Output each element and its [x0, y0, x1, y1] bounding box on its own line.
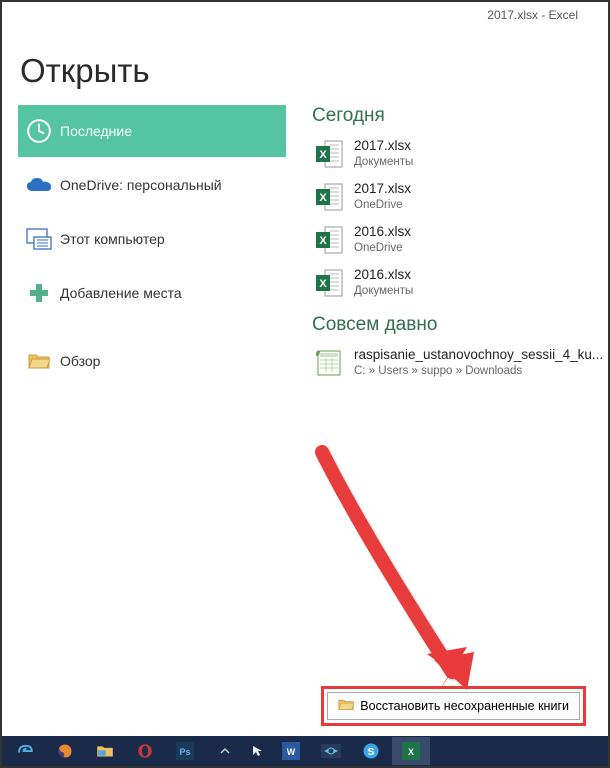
- taskbar-file-explorer[interactable]: [86, 737, 124, 765]
- excel-file-icon: X: [312, 223, 346, 257]
- file-location: OneDrive: [354, 198, 411, 212]
- excel-file-icon: X: [312, 180, 346, 214]
- file-item[interactable]: raspisanie_ustanovochnoy_sessii_4_ku...C…: [312, 344, 608, 382]
- open-locations-list: Последние OneDrive: персональный Этот ко…: [18, 105, 286, 389]
- excel-file-icon: X: [312, 266, 346, 300]
- taskbar: Ps W S X: [2, 736, 608, 766]
- svg-text:X: X: [319, 149, 327, 161]
- file-item[interactable]: X 2017.xlsxДокументы: [312, 135, 608, 173]
- svg-text:S: S: [367, 746, 374, 758]
- file-name: 2016.xlsx: [354, 267, 413, 284]
- section-longtime-title: Совсем давно: [312, 314, 608, 336]
- taskbar-tray-arrow[interactable]: [206, 737, 244, 765]
- file-name: 2016.xlsx: [354, 224, 411, 241]
- folder-icon: [338, 698, 354, 714]
- file-name: 2017.xlsx: [354, 181, 411, 198]
- excel-file-icon: [312, 346, 346, 380]
- file-item[interactable]: X 2017.xlsxOneDrive: [312, 178, 608, 216]
- nav-addplace[interactable]: Добавление места: [18, 267, 286, 319]
- svg-text:W: W: [287, 747, 296, 757]
- nav-onedrive[interactable]: OneDrive: персональный: [18, 159, 286, 211]
- window-title: 2017.xlsx - Excel: [487, 8, 578, 22]
- taskbar-opera[interactable]: [126, 737, 164, 765]
- taskbar-skype[interactable]: S: [352, 737, 390, 765]
- svg-text:Ps: Ps: [179, 747, 190, 757]
- taskbar-edge[interactable]: [6, 737, 44, 765]
- file-item[interactable]: X 2016.xlsxДокументы: [312, 264, 608, 302]
- plus-icon: [18, 281, 60, 305]
- nav-thispc[interactable]: Этот компьютер: [18, 213, 286, 265]
- nav-browse[interactable]: Обзор: [18, 335, 286, 387]
- svg-text:X: X: [319, 192, 327, 204]
- excel-file-icon: X: [312, 137, 346, 171]
- taskbar-photoshop[interactable]: Ps: [166, 737, 204, 765]
- taskbar-cursor[interactable]: [246, 737, 270, 765]
- svg-text:X: X: [319, 235, 327, 247]
- taskbar-teamviewer[interactable]: [312, 737, 350, 765]
- taskbar-firefox[interactable]: [46, 737, 84, 765]
- cloud-icon: [18, 176, 60, 194]
- svg-text:X: X: [408, 747, 414, 757]
- file-location: Документы: [354, 155, 413, 169]
- file-location: OneDrive: [354, 241, 411, 255]
- file-name: 2017.xlsx: [354, 138, 413, 155]
- file-item[interactable]: X 2016.xlsxOneDrive: [312, 221, 608, 259]
- recent-files-panel: Сегодня X2017.xlsxДокументыX2017.xlsxOne…: [286, 105, 608, 389]
- nav-browse-label: Обзор: [60, 353, 100, 369]
- recover-unsaved-button[interactable]: Восстановить несохраненные книги: [327, 692, 580, 720]
- svg-text:X: X: [319, 278, 327, 290]
- file-location: Документы: [354, 284, 413, 298]
- nav-addplace-label: Добавление места: [60, 285, 182, 301]
- taskbar-word[interactable]: W: [272, 737, 310, 765]
- taskbar-excel[interactable]: X: [392, 737, 430, 765]
- folder-icon: [18, 352, 60, 370]
- recover-highlight-box: Восстановить несохраненные книги: [321, 686, 586, 726]
- file-location: C: » Users » suppo » Downloads: [354, 364, 603, 378]
- nav-recent-label: Последние: [60, 123, 132, 139]
- title-bar: 2017.xlsx - Excel: [2, 2, 608, 22]
- nav-onedrive-label: OneDrive: персональный: [60, 177, 222, 193]
- monitor-icon: [18, 228, 60, 250]
- file-name: raspisanie_ustanovochnoy_sessii_4_ku...: [354, 347, 603, 364]
- nav-recent[interactable]: Последние: [18, 105, 286, 157]
- annotation-arrow: [302, 442, 502, 712]
- clock-icon: [18, 118, 60, 144]
- section-today-title: Сегодня: [312, 105, 608, 127]
- page-title: Открыть: [2, 22, 608, 105]
- recover-button-label: Восстановить несохраненные книги: [360, 699, 569, 713]
- nav-thispc-label: Этот компьютер: [60, 231, 165, 247]
